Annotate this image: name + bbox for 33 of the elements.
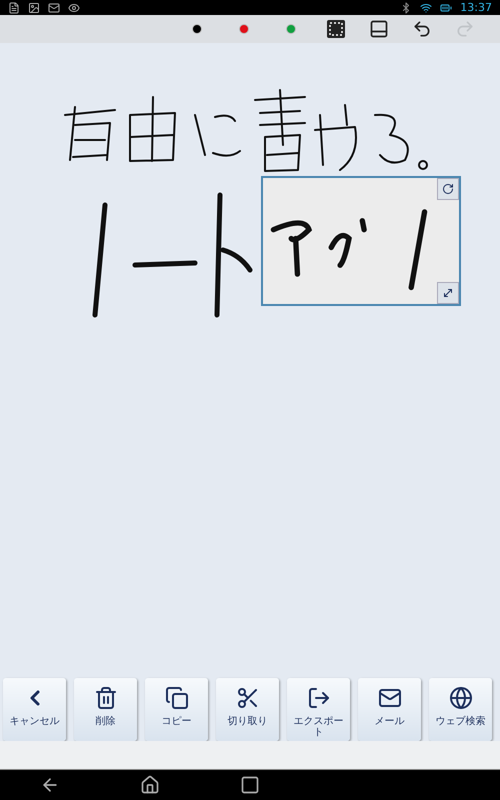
copy-icon (164, 686, 188, 710)
action-button[interactable]: キャンセル (3, 678, 66, 741)
mail-notification-icon (48, 2, 60, 14)
globe-icon (448, 686, 472, 710)
notification-icon (8, 2, 20, 14)
action-button[interactable]: コピー (145, 678, 208, 741)
action-button[interactable]: 切り取り (216, 678, 279, 741)
panel-icon[interactable] (369, 19, 389, 39)
eye-icon (68, 2, 80, 14)
rotate-icon (442, 183, 454, 195)
image-icon (28, 2, 40, 14)
resize-handle[interactable] (437, 282, 459, 304)
battery-icon (440, 2, 452, 14)
selection-box[interactable] (261, 176, 461, 306)
export-icon (306, 686, 330, 710)
scissors-icon (236, 686, 260, 710)
recent-apps-icon[interactable] (240, 775, 260, 795)
home-icon[interactable] (140, 775, 160, 795)
action-button[interactable]: ウェブ検索 (429, 678, 492, 741)
pen-color-button[interactable] (192, 24, 202, 34)
clock: 13:37 (460, 2, 492, 13)
selection-frame-icon[interactable] (326, 19, 346, 39)
mail-icon (378, 686, 402, 710)
wifi-icon (420, 2, 432, 14)
action-button[interactable]: エクスポート (287, 678, 350, 741)
action-button[interactable]: 削除 (74, 678, 137, 741)
resize-icon (442, 287, 454, 299)
pen-color-button[interactable] (239, 24, 249, 34)
undo-icon[interactable] (412, 19, 432, 39)
rotate-handle[interactable] (437, 178, 459, 200)
pen-color-button[interactable] (286, 24, 296, 34)
action-button[interactable]: メール (358, 678, 421, 741)
trash-icon (94, 686, 118, 710)
